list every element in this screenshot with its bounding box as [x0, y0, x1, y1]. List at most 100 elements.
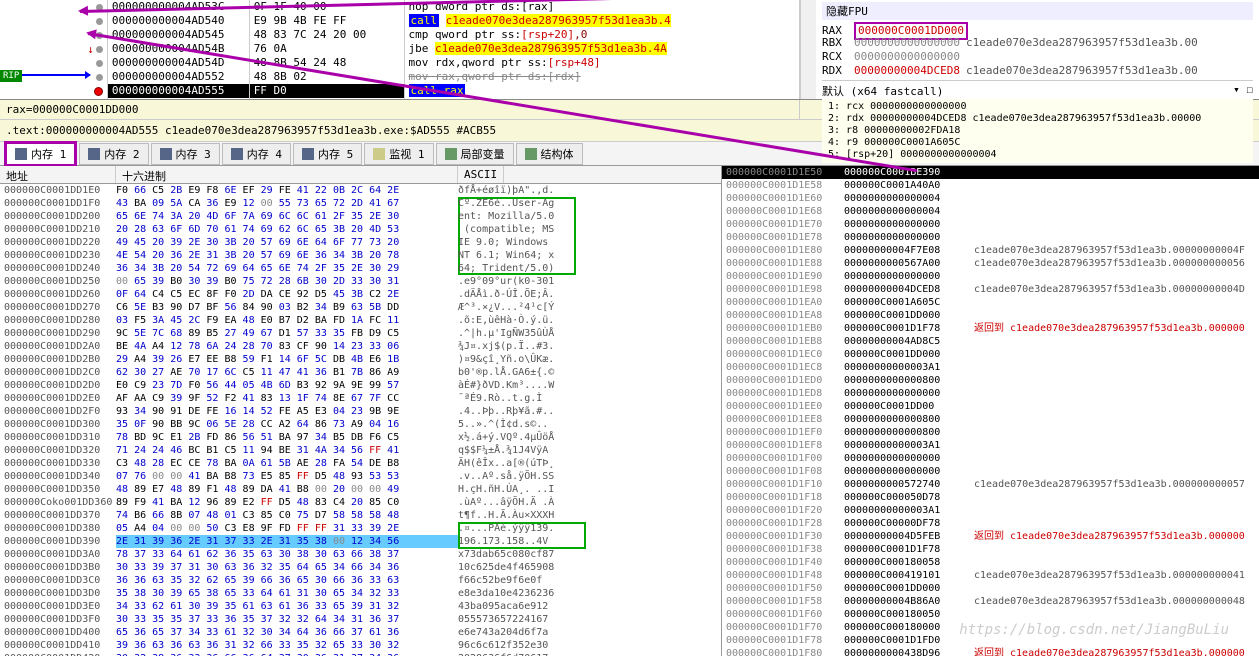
stack-row[interactable]: 000000C0001D1F28000000C00000DF78	[722, 517, 1259, 530]
dump-row[interactable]: 000000C0001DD24036 34 3B 20 54 72 69 64 …	[0, 262, 721, 275]
stack-row[interactable]: 000000C0001D1F40000000C000180058	[722, 556, 1259, 569]
marker-row[interactable]	[0, 56, 107, 70]
dump-row[interactable]: 000000C0001DD2C062 30 27 AE 70 17 6C C5 …	[0, 366, 721, 379]
dump-row[interactable]: 000000C0001DD2F093 34 90 91 DE FE 16 14 …	[0, 405, 721, 418]
stack-row[interactable]: 000000C0001D1EB0000000C0001D1F78返回到 c1ea…	[722, 322, 1259, 335]
tab-内存4[interactable]: 内存 4	[222, 143, 291, 165]
stack-row[interactable]: 000000C0001D1E900000000000000000	[722, 270, 1259, 283]
dump-row[interactable]: 000000C0001DD3D035 38 30 39 65 38 65 33 …	[0, 587, 721, 600]
stack-row[interactable]: 000000C0001D1E58000000C0001A40A0	[722, 179, 1259, 192]
dump-row[interactable]: 000000C0001DD41039 36 63 36 63 36 31 32 …	[0, 639, 721, 652]
disasm-instruction[interactable]: mov rax,qword ptr ds:[rdx]	[405, 70, 800, 84]
stack-row[interactable]: 000000C0001D1E9800000000004DCED8c1eade07…	[722, 283, 1259, 296]
marker-row[interactable]: ↓	[0, 42, 107, 56]
stack-row[interactable]: 000000C0001D1E880000000000567A00c1eade07…	[722, 257, 1259, 270]
stack-row[interactable]: 000000C0001D1EF800000000000003A1	[722, 439, 1259, 452]
stack-row[interactable]: 000000C0001D1ED00000000000000800	[722, 374, 1259, 387]
marker-dot[interactable]	[96, 46, 103, 53]
dump-row[interactable]: 000000C0001DD330C3 48 28 EC CE 78 BA 0A …	[0, 457, 721, 470]
dump-row[interactable]: 000000C0001DD2D0E0 C9 23 7D F0 56 44 05 …	[0, 379, 721, 392]
stack-row[interactable]: 000000C0001D1F000000000000000000	[722, 452, 1259, 465]
disasm-instruction[interactable]: cmp qword ptr ss:[rsp+20],0	[405, 28, 800, 42]
dump-row[interactable]: 000000C0001DD3A078 37 33 64 61 62 36 35 …	[0, 548, 721, 561]
disasm-bytes[interactable]: 48 8B 6C 24 60	[250, 98, 404, 99]
stack-row[interactable]: 000000C0001D1EE80000000000000800	[722, 413, 1259, 426]
dump-row[interactable]: 000000C0001DD1E0F0 66 C5 2B E9 F8 6E EF …	[0, 184, 721, 197]
register-rdx[interactable]: RDX00000000004DCED8c1eade070e3dea2879639…	[822, 64, 1253, 78]
stack-row[interactable]: 000000C0001D1F800000000000438D96返回到 c1ea…	[722, 647, 1259, 656]
tab-内存3[interactable]: 内存 3	[151, 143, 220, 165]
marker-dot[interactable]	[96, 18, 103, 25]
dump-row[interactable]: 000000C0001DD34007 76 00 00 41 BA B8 73 …	[0, 470, 721, 483]
stack-row[interactable]: 000000C0001D1EC800000000000003A1	[722, 361, 1259, 374]
stack-row[interactable]: 000000C0001D1ED80000000000000000	[722, 387, 1259, 400]
dump-row[interactable]: 000000C0001DD3C036 36 63 35 32 62 65 39 …	[0, 574, 721, 587]
marker-dot[interactable]	[96, 74, 103, 81]
disasm-addr[interactable]: 000000000004AD552	[108, 70, 249, 84]
dump-row[interactable]: 000000C0001DD2600F 64 C4 C5 EC 8F F0 2D …	[0, 288, 721, 301]
tab-内存5[interactable]: 内存 5	[293, 143, 362, 165]
dump-row[interactable]: 000000C0001DD31078 BD 9C E1 2B FD 86 56 …	[0, 431, 721, 444]
dump-row[interactable]: 000000C0001DD3902E 31 39 36 2E 31 37 33 …	[0, 535, 721, 548]
register-rax[interactable]: RAX000000C0001DD000	[822, 22, 1253, 36]
hdr-ascii[interactable]: ASCII	[458, 166, 504, 183]
stack-row[interactable]: 000000C0001D1E680000000000000004	[722, 205, 1259, 218]
dump-row[interactable]: 000000C0001DD35048 89 E7 48 89 F1 48 89 …	[0, 483, 721, 496]
stack-row[interactable]: 000000C0001D1F2000000000000003A1	[722, 504, 1259, 517]
stack-row[interactable]: 000000C0001D1EA0000000C0001A605C	[722, 296, 1259, 309]
stack-row[interactable]: 000000C0001D1F100000000000572740c1eade07…	[722, 478, 1259, 491]
dump-row[interactable]: 000000C0001DD3B030 33 39 37 31 30 63 36 …	[0, 561, 721, 574]
tab-结构体[interactable]: 结构体	[516, 143, 583, 165]
stack-row[interactable]: 000000C0001D1EC0000000C0001DD000	[722, 348, 1259, 361]
stack-row[interactable]: 000000C0001D1F60000000C000180050	[722, 608, 1259, 621]
stack-row[interactable]: 000000C0001D1F38000000C0001D1F78	[722, 543, 1259, 556]
stack-row[interactable]: 000000C0001D1E8000000000004F7E08c1eade07…	[722, 244, 1259, 257]
stack-row[interactable]: 000000C0001D1F18000000C000050D78	[722, 491, 1259, 504]
dump-row[interactable]: 000000C0001DD270C6 5E B3 90 D7 BF 56 84 …	[0, 301, 721, 314]
disasm-instruction[interactable]: call c1eade070e3dea287963957f53d1ea3b.4	[405, 14, 800, 28]
disasm-addr[interactable]: 000000000004AD540	[108, 14, 249, 28]
dump-row[interactable]: 000000C0001DD3F030 33 35 35 37 33 36 35 …	[0, 613, 721, 626]
hdr-addr[interactable]: 地址	[0, 166, 116, 183]
disasm-instruction[interactable]: mov rdx,qword ptr ss:[rsp+48]	[405, 56, 800, 70]
dump-row[interactable]: 000000C0001DD32071 24 24 46 BC B1 C5 11 …	[0, 444, 721, 457]
stack-row[interactable]: 000000C0001D1EE0000000C0001DD00	[722, 400, 1259, 413]
tab-监视1[interactable]: 监视 1	[364, 143, 433, 165]
stack-row[interactable]: 000000C0001D1EB800000000004AD8C5	[722, 335, 1259, 348]
stack-row[interactable]: 000000C0001D1E780000000000000000	[722, 231, 1259, 244]
dump-row[interactable]: 000000Coko001DD36089 F9 41 BA 12 96 89 E…	[0, 496, 721, 509]
disasm-addr[interactable]: 000000000004AD555	[108, 84, 249, 98]
hdr-hex[interactable]: 十六进制	[116, 166, 458, 183]
dump-row[interactable]: 000000C0001DD2A0BE 4A A4 12 78 6A 24 28 …	[0, 340, 721, 353]
dump-row[interactable]: 000000C0001DD2B029 A4 39 26 E7 EE B8 59 …	[0, 353, 721, 366]
dropdown-icon[interactable]: ▾ ☐	[1233, 83, 1253, 96]
disasm-bytes[interactable]: 48 83 7C 24 20 00	[250, 28, 404, 42]
dump-row[interactable]: 000000C0001DD2E0AF AA C9 39 9F 52 F2 41 …	[0, 392, 721, 405]
register-rcx[interactable]: RCX0000000000000000	[822, 50, 1253, 64]
stack-row[interactable]: 000000C0001D1EF00000000000000800	[722, 426, 1259, 439]
dump-row[interactable]: 000000C0001DD1F043 BA 09 5A CA 36 E9 12 …	[0, 197, 721, 210]
dump-row[interactable]: 000000C0001DD40065 36 65 37 34 33 61 32 …	[0, 626, 721, 639]
memory-dump-panel[interactable]: 地址 十六进制 ASCII 000000C0001DD1E0F0 66 C5 2…	[0, 166, 722, 656]
marker-row[interactable]	[0, 84, 107, 98]
dump-row[interactable]: 000000C0001DD25000 65 39 B0 30 39 B0 75 …	[0, 275, 721, 288]
dump-row[interactable]: 000000C0001DD20065 6E 74 3A 20 4D 6F 7A …	[0, 210, 721, 223]
dump-row[interactable]: 000000C0001DD3E034 33 62 61 30 39 35 61 …	[0, 600, 721, 613]
disasm-bytes[interactable]: 76 0A	[250, 42, 404, 56]
tab-内存1[interactable]: 内存 1	[4, 141, 77, 167]
dump-row[interactable]: 000000C0001DD21020 28 63 6F 6D 70 61 74 …	[0, 223, 721, 236]
stack-row[interactable]: 000000C0001D1EA8000000C0001DD000	[722, 309, 1259, 322]
calling-convention[interactable]: 默认 (x64 fastcall)	[822, 85, 943, 98]
fpu-toggle[interactable]: 隐藏FPU	[822, 2, 1253, 20]
disasm-addr[interactable]: 000000000004AD557	[108, 98, 249, 99]
disasm-bytes[interactable]: E9 9B 4B FE FF	[250, 14, 404, 28]
dump-row[interactable]: 000000C0001DD2304E 54 20 36 2E 31 3B 20 …	[0, 249, 721, 262]
dump-row[interactable]: 000000C0001DD30035 0F 90 BB 9C 06 5E 28 …	[0, 418, 721, 431]
stack-panel[interactable]: 000000C0001D1E50000000C0001BE390000000C0…	[722, 166, 1259, 656]
stack-row[interactable]: 000000C0001D1E50000000C0001BE390	[722, 166, 1259, 179]
disasm-bytes[interactable]: FF D0	[250, 84, 404, 98]
dump-row[interactable]: 000000C0001DD38005 A4 04 00 00 50 C3 E8 …	[0, 522, 721, 535]
dump-row[interactable]: 000000C0001DD28003 F5 3A 45 2C F9 EA 48 …	[0, 314, 721, 327]
dump-row[interactable]: 000000C0001DD2909C 5E 7C 68 89 B5 27 49 …	[0, 327, 721, 340]
stack-row[interactable]: 000000C0001D1F48000000C000419101c1eade07…	[722, 569, 1259, 582]
